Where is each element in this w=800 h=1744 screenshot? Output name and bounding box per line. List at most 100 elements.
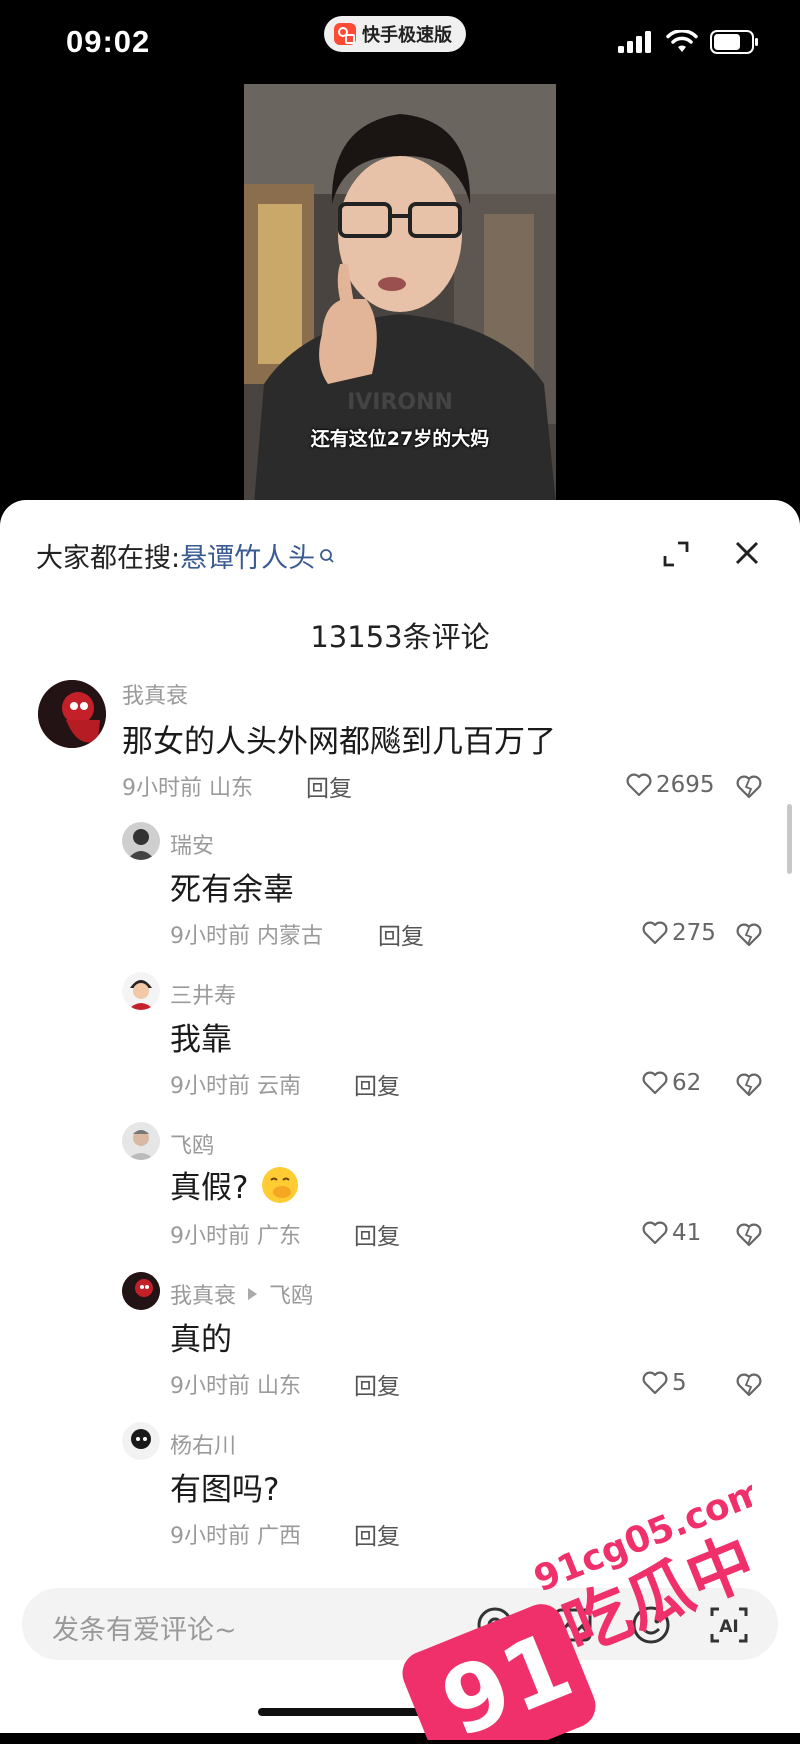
comment-item: 杨右川 有图吗? 9小时前 广西 回复 (0, 1422, 800, 1562)
avatar[interactable] (38, 680, 106, 748)
dark-avatar-image (122, 1422, 160, 1460)
kuaishou-logo-icon (334, 23, 356, 45)
image-icon[interactable] (552, 1604, 594, 1646)
avatar[interactable] (122, 1272, 160, 1310)
svg-text:IVIRONN: IVIRONN (347, 390, 453, 415)
reply-arrow-icon (248, 1287, 258, 1300)
system-icons (618, 30, 760, 54)
like-button[interactable]: 62 (642, 1070, 701, 1096)
search-icon (320, 548, 334, 563)
comment-item: 我真衰 那女的人头外网都飚到几百万了 9小时前 山东 回复 2695 (0, 678, 800, 818)
comment-body: 真假? (170, 1170, 249, 1206)
comment-username[interactable]: 杨右川 (170, 1428, 236, 1460)
comment-body: 那女的人头外网都飚到几百万了 (122, 724, 556, 760)
search-term[interactable]: 悬谭竹人头 (180, 536, 315, 575)
trending-search[interactable]: 大家都在搜: 悬谭竹人头 (36, 536, 335, 575)
heart-icon (642, 1071, 668, 1095)
dislike-heart-icon[interactable] (736, 774, 762, 800)
like-count: 2695 (656, 772, 715, 798)
comment-text: 真假? (170, 1162, 299, 1207)
comment-body: 死有余辜 (170, 872, 294, 908)
avatar[interactable] (122, 1122, 160, 1160)
reply-button[interactable]: 回复 (354, 1067, 400, 1101)
comment-text: 死有余辜 (170, 864, 294, 909)
close-icon[interactable] (734, 540, 760, 566)
comment-input[interactable]: 发条有爱评论~ (52, 1608, 237, 1647)
like-count: 41 (672, 1220, 702, 1246)
video-caption: 还有这位27岁的大妈 (310, 428, 490, 450)
comment-meta: 9小时前 广西 (170, 1524, 301, 1549)
video-player[interactable]: IVIRONN 还有这位27岁的大妈 (244, 84, 556, 504)
bw-avatar-image (122, 822, 160, 860)
ai-icon[interactable]: AI (708, 1604, 750, 1646)
comment-body: 真的 (170, 1322, 232, 1358)
comment-username[interactable]: 飞鸥 (170, 1128, 214, 1160)
app-name: 快手极速版 (362, 25, 452, 46)
wifi-icon (666, 30, 698, 52)
expand-icon[interactable] (662, 540, 690, 568)
like-count: 62 (672, 1070, 702, 1096)
battery-icon (710, 30, 758, 54)
spider-avatar-image (38, 680, 106, 748)
avatar[interactable] (122, 822, 160, 860)
comment-username[interactable]: 瑞安 (170, 828, 214, 860)
dislike-heart-icon[interactable] (736, 922, 762, 948)
comment-meta: 9小时前 云南 (170, 1074, 301, 1099)
like-count: 275 (672, 920, 716, 946)
avatar[interactable] (122, 1422, 160, 1460)
avatar[interactable] (122, 972, 160, 1010)
comment-item: 飞鸥 真假? 9小时前 广东 回复 41 (0, 1122, 800, 1262)
anime-avatar-image (122, 972, 160, 1010)
comment-item: 我真衰 飞鸥 真的 9小时前 山东 回复 5 (0, 1272, 800, 1412)
comment-item: 瑞安 死有余辜 9小时前 内蒙古 回复 275 (0, 822, 800, 962)
comment-body: 我靠 (170, 1022, 232, 1058)
comment-meta: 9小时前 山东 (122, 776, 253, 801)
spider-avatar-image (122, 1272, 160, 1310)
svg-text:AI: AI (719, 1617, 738, 1637)
like-button[interactable]: 5 (642, 1370, 687, 1396)
comment-text: 我靠 (170, 1014, 232, 1059)
reply-button[interactable]: 回复 (306, 769, 352, 803)
status-time: 09:02 (66, 24, 151, 59)
reply-button[interactable]: 回复 (354, 1217, 400, 1251)
home-indicator (258, 1708, 542, 1716)
heart-icon (642, 1221, 668, 1245)
comment-text: 真的 (170, 1314, 232, 1359)
comment-input-bar[interactable]: 发条有爱评论~ AI (22, 1588, 778, 1660)
heart-icon (626, 773, 652, 797)
cellular-signal-icon (618, 31, 651, 53)
comment-count: 13153条评论 (310, 620, 490, 654)
comment-username[interactable]: 我真衰 (122, 678, 188, 710)
person-avatar-image (122, 1122, 160, 1160)
comment-meta: 9小时前 山东 (170, 1374, 301, 1399)
dislike-heart-icon[interactable] (736, 1072, 762, 1098)
app-pill[interactable]: 快手极速版 (324, 16, 466, 52)
dislike-heart-icon[interactable] (736, 1372, 762, 1398)
comment-body: 有图吗? (170, 1472, 280, 1508)
like-button[interactable]: 2695 (626, 772, 715, 798)
reply-to-username[interactable]: 飞鸥 (269, 1278, 313, 1310)
like-count: 5 (672, 1370, 687, 1396)
comment-username-line: 我真衰 飞鸥 (170, 1278, 313, 1310)
dislike-heart-icon[interactable] (736, 1222, 762, 1248)
emoji-icon[interactable] (630, 1604, 672, 1646)
heart-icon (642, 921, 668, 945)
comment-username[interactable]: 三井寿 (170, 978, 236, 1010)
search-prefix: 大家都在搜: (36, 543, 181, 574)
comments-sheet: 大家都在搜: 悬谭竹人头 13153条评论 我真衰 那女的人头外网都飚到几百万了 (0, 500, 800, 1733)
comment-text: 那女的人头外网都飚到几百万了 (122, 716, 556, 761)
status-bar: 09:02 快手极速版 (0, 0, 800, 80)
heart-icon (642, 1371, 668, 1395)
comment-username[interactable]: 我真衰 (170, 1278, 236, 1310)
comment-meta: 9小时前 广东 (170, 1224, 301, 1249)
comment-text: 有图吗? (170, 1464, 279, 1509)
face-with-hand-over-mouth-icon (262, 1166, 299, 1203)
reply-button[interactable]: 回复 (378, 917, 424, 951)
like-button[interactable]: 275 (642, 920, 716, 946)
comment-meta: 9小时前 内蒙古 (170, 924, 323, 949)
mention-icon[interactable] (474, 1604, 516, 1646)
like-button[interactable]: 41 (642, 1220, 701, 1246)
reply-button[interactable]: 回复 (354, 1517, 400, 1551)
reply-button[interactable]: 回复 (354, 1367, 400, 1401)
comment-item: 三井寿 我靠 9小时前 云南 回复 62 (0, 972, 800, 1112)
